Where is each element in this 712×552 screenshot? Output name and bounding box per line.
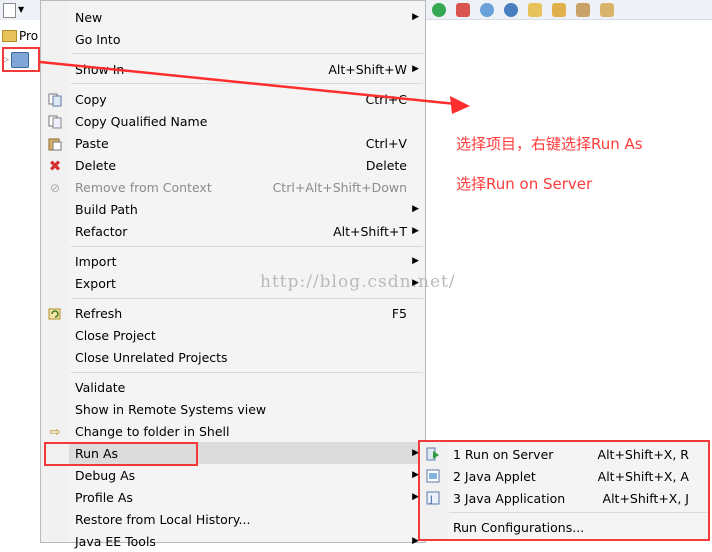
menu-item-java-ee-tools[interactable]: Java EE Tools ▶ [69, 530, 425, 552]
menu-item-shortcut: F5 [391, 305, 407, 321]
menu-item-copy-qualified-name[interactable]: Copy Qualified Name [69, 110, 425, 132]
main-toolbar-left: ▼ [0, 0, 40, 21]
project-explorer-title: Pro [19, 29, 39, 43]
menu-item-label: Close Unrelated Projects [75, 349, 228, 365]
menu-item-label: Import [75, 253, 117, 269]
menu-item-label: Java EE Tools [75, 533, 156, 549]
menu-item-shortcut: Delete [365, 157, 407, 173]
menu-item-restore-from-local-history[interactable]: Restore from Local History... [69, 508, 425, 530]
menu-item-label: Copy Qualified Name [75, 113, 208, 129]
submenu-arrow-icon: ▶ [412, 12, 419, 22]
copy-qualified-name-icon [47, 114, 63, 130]
menu-item-delete[interactable]: Delete Delete [69, 154, 425, 176]
project-explorer [0, 20, 41, 543]
menu-item-refactor[interactable]: Refactor Alt+Shift+T ▶ [69, 220, 425, 242]
menu-item-label: Debug As [75, 467, 136, 483]
submenu-arrow-icon: ▶ [412, 256, 419, 266]
menu-item-label: Show in Remote Systems view [75, 401, 267, 417]
run-icon[interactable] [432, 2, 446, 17]
submenu-arrow-icon: ▶ [412, 204, 419, 214]
menu-item-refresh[interactable]: Refresh F5 [69, 302, 425, 324]
menu-item-remove-from-context: Remove from Context Ctrl+Alt+Shift+Down [69, 176, 425, 198]
menu-item-validate[interactable]: Validate [69, 376, 425, 398]
menu-separator [71, 298, 423, 299]
menu-item-profile-as[interactable]: Profile As ▶ [69, 486, 425, 508]
menu-separator [71, 83, 423, 84]
menu-item-debug-as[interactable]: Debug As ▶ [69, 464, 425, 486]
menu-item-label: Export [75, 275, 116, 291]
menu-item-label: Delete [75, 157, 117, 173]
submenu-arrow-icon: ▶ [412, 64, 419, 74]
shell-arrow-icon: ⇨ [49, 424, 61, 440]
menu-item-new[interactable]: New ▶ [69, 6, 425, 28]
server-icon[interactable] [504, 2, 518, 17]
copy-icon [47, 92, 63, 108]
annotation-step2: 选择Run on Server [456, 175, 593, 193]
watermark: http://blog.csdn.net/ [260, 272, 456, 292]
main-toolbar-right [426, 0, 712, 20]
menu-item-copy[interactable]: Copy Ctrl+C [69, 88, 425, 110]
submenu-arrow-icon: ▶ [412, 226, 419, 236]
menu-item-label: Refresh [75, 305, 123, 321]
open-type-icon[interactable] [552, 2, 566, 17]
menu-item-label: Go Into [75, 31, 121, 47]
menu-item-label: Build Path [75, 201, 138, 217]
menu-item-label: Remove from Context [75, 179, 212, 195]
menu-item-import[interactable]: Import ▶ [69, 250, 425, 272]
menu-item-change-to-folder-in-shell[interactable]: Change to folder in Shell [69, 420, 425, 442]
search-icon[interactable] [576, 2, 590, 17]
menu-item-label: Show In [75, 61, 125, 77]
menu-item-paste[interactable]: Paste Ctrl+V [69, 132, 425, 154]
delete-icon: ✖ [48, 157, 62, 175]
run-on-server-highlight [418, 440, 710, 541]
remove-context-icon: ⊘ [49, 181, 61, 195]
menu-item-build-path[interactable]: Build Path ▶ [69, 198, 425, 220]
globe-icon[interactable] [480, 2, 494, 17]
menu-item-label: Paste [75, 135, 109, 151]
menu-item-shortcut: Alt+Shift+T [333, 223, 407, 239]
menu-item-label: Close Project [75, 327, 156, 343]
menu-item-go-into[interactable]: Go Into [69, 28, 425, 50]
menu-item-label: Restore from Local History... [75, 511, 251, 527]
menu-item-close-unrelated-projects[interactable]: Close Unrelated Projects [69, 346, 425, 368]
menu-item-label: Refactor [75, 223, 128, 239]
menu-item-shortcut: Ctrl+Alt+Shift+Down [272, 179, 407, 195]
project-explorer-tab[interactable]: Pro [0, 22, 40, 50]
external-tools-icon[interactable] [456, 2, 470, 17]
paste-icon [47, 136, 63, 152]
folder-icon [2, 30, 17, 42]
annotation-step1: 选择项目，右键选择Run As [456, 135, 643, 153]
menu-item-show-in[interactable]: Show In Alt+Shift+W ▶ [69, 58, 425, 80]
menu-item-close-project[interactable]: Close Project [69, 324, 425, 346]
menu-item-shortcut: Alt+Shift+W [328, 61, 407, 77]
open-folder-icon[interactable] [528, 2, 542, 17]
menu-item-shortcut: Ctrl+V [365, 135, 407, 151]
menu-item-show-in-remote-systems[interactable]: Show in Remote Systems view [69, 398, 425, 420]
menu-item-label: Change to folder in Shell [75, 423, 230, 439]
dropdown-arrow-icon[interactable]: ▼ [18, 5, 24, 14]
menu-item-label: Copy [75, 91, 107, 107]
menu-item-label: Validate [75, 379, 126, 395]
menu-separator [71, 372, 423, 373]
menu-item-shortcut: Ctrl+C [365, 91, 407, 107]
menu-item-label: New [75, 9, 103, 25]
menu-separator [71, 246, 423, 247]
project-selection-highlight [2, 47, 40, 72]
refresh-icon [47, 306, 63, 322]
new-file-icon[interactable] [3, 3, 16, 18]
run-as-highlight [44, 442, 198, 466]
pen-icon[interactable] [600, 2, 614, 17]
menu-item-label: Profile As [75, 489, 133, 505]
menu-separator [71, 53, 423, 54]
